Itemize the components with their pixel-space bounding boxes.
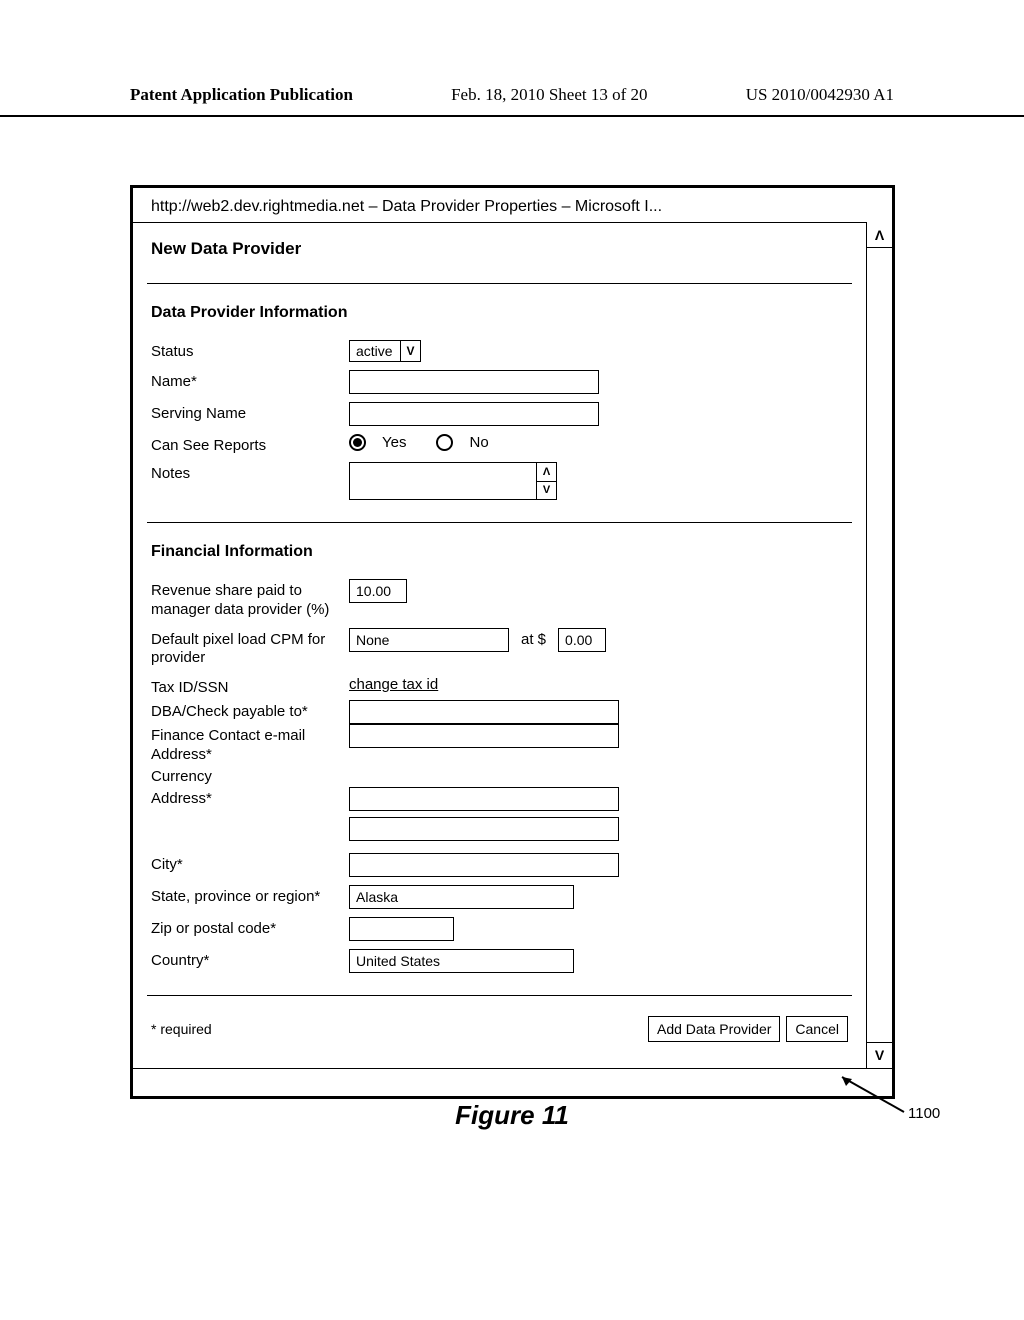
state-label: State, province or region* xyxy=(151,885,341,905)
scroll-down-icon: V xyxy=(867,1042,892,1068)
row-zip: Zip or postal code* xyxy=(147,913,852,945)
serving-name-label: Serving Name xyxy=(151,402,341,422)
row-notes: Notes Λ V xyxy=(147,458,852,504)
row-status: Status active V xyxy=(147,336,852,366)
finance-email-input[interactable] xyxy=(349,724,619,748)
window-scrollbar[interactable]: Λ V xyxy=(866,222,892,1068)
reports-yes-label: Yes xyxy=(382,434,406,451)
change-tax-id-link[interactable]: change tax id xyxy=(349,676,438,693)
row-serving-name: Serving Name xyxy=(147,398,852,430)
reports-label: Can See Reports xyxy=(151,434,341,454)
row-dba: DBA/Check payable to* xyxy=(147,700,852,724)
row-revshare: Revenue share paid to manager data provi… xyxy=(147,575,852,624)
row-finance-email: Finance Contact e-mail Address* xyxy=(147,724,852,765)
row-cpm: Default pixel load CPM for provider at $ xyxy=(147,624,852,673)
form-body: New Data Provider Data Provider Informat… xyxy=(133,222,866,1068)
textarea-scrollbar[interactable]: Λ V xyxy=(536,463,556,499)
name-label: Name* xyxy=(151,370,341,390)
cpm-at-label: at $ xyxy=(521,631,546,648)
taxid-label: Tax ID/SSN xyxy=(151,676,341,696)
scroll-track[interactable] xyxy=(867,248,892,1042)
row-state: State, province or region* xyxy=(147,881,852,913)
notes-textarea[interactable]: Λ V xyxy=(349,462,557,500)
cpm-label: Default pixel load CPM for provider xyxy=(151,628,341,669)
add-data-provider-button[interactable]: Add Data Provider xyxy=(648,1016,780,1042)
status-select[interactable]: active V xyxy=(349,340,421,362)
cpm-amount-input[interactable] xyxy=(558,628,606,652)
section-provider-info-heading: Data Provider Information xyxy=(147,284,852,336)
reports-no-radio[interactable] xyxy=(436,434,453,451)
row-country: Country* xyxy=(147,945,852,977)
name-input[interactable] xyxy=(349,370,599,394)
zip-input[interactable] xyxy=(349,917,454,941)
city-label: City* xyxy=(151,853,341,873)
row-city: City* xyxy=(147,845,852,881)
reports-no-label: No xyxy=(469,434,488,451)
currency-label: Currency xyxy=(151,765,341,785)
window-titlebar: http://web2.dev.rightmedia.net – Data Pr… xyxy=(133,188,892,222)
header-right: US 2010/0042930 A1 xyxy=(746,85,894,105)
scroll-up-icon: Λ xyxy=(867,222,892,248)
figure-caption: Figure 11 xyxy=(0,1100,1024,1131)
country-label: Country* xyxy=(151,949,341,969)
zip-label: Zip or postal code* xyxy=(151,917,341,937)
dba-input[interactable] xyxy=(349,700,619,724)
header-left: Patent Application Publication xyxy=(130,85,353,105)
revshare-label: Revenue share paid to manager data provi… xyxy=(151,579,341,620)
reports-yes-radio[interactable] xyxy=(349,434,366,451)
finance-email-label: Finance Contact e-mail Address* xyxy=(151,724,341,765)
revshare-input[interactable] xyxy=(349,579,407,603)
address1-input[interactable] xyxy=(349,787,619,811)
city-input[interactable] xyxy=(349,853,619,877)
row-taxid: Tax ID/SSN change tax id xyxy=(147,672,852,700)
address2-input[interactable] xyxy=(349,817,619,841)
scroll-down-icon: V xyxy=(537,482,556,500)
scroll-up-icon: Λ xyxy=(537,463,556,482)
cancel-button[interactable]: Cancel xyxy=(786,1016,848,1042)
dba-label: DBA/Check payable to* xyxy=(151,700,341,720)
row-address: Address* xyxy=(147,787,852,845)
required-note: * required xyxy=(151,1021,212,1037)
status-label: Status xyxy=(151,340,341,360)
statusbar xyxy=(133,1068,892,1096)
header-center: Feb. 18, 2010 Sheet 13 of 20 xyxy=(451,85,647,105)
chevron-down-icon: V xyxy=(400,341,420,361)
address-label: Address* xyxy=(151,787,341,807)
patent-header: Patent Application Publication Feb. 18, … xyxy=(0,85,1024,117)
cpm-type-input[interactable] xyxy=(349,628,509,652)
browser-window: http://web2.dev.rightmedia.net – Data Pr… xyxy=(130,185,895,1099)
country-input[interactable] xyxy=(349,949,574,973)
row-currency: Currency xyxy=(147,765,852,787)
panel-title: New Data Provider xyxy=(147,223,852,265)
row-can-see-reports: Can See Reports Yes No xyxy=(147,430,852,458)
serving-name-input[interactable] xyxy=(349,402,599,426)
section-financial-heading: Financial Information xyxy=(147,523,852,575)
notes-label: Notes xyxy=(151,462,341,482)
state-input[interactable] xyxy=(349,885,574,909)
form-footer: * required Add Data Provider Cancel xyxy=(147,996,852,1050)
row-name: Name* xyxy=(147,366,852,398)
